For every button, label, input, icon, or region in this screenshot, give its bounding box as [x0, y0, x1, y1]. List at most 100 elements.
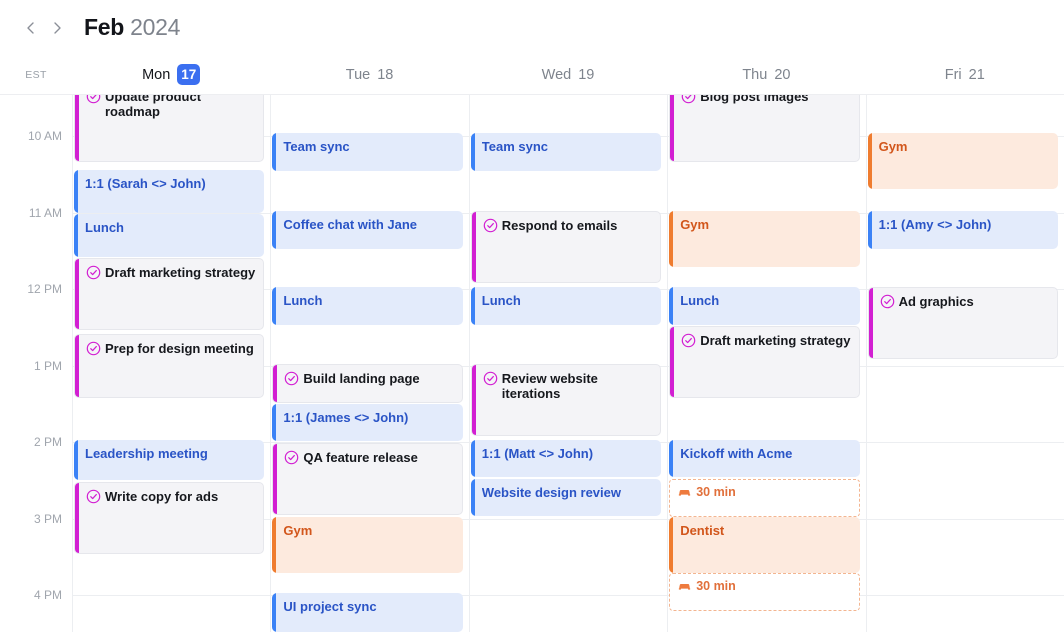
event-accent-bar [868, 288, 873, 358]
calendar-event[interactable]: Team sync [470, 133, 662, 171]
event-accent-bar [670, 95, 675, 161]
event-accent-bar [74, 214, 78, 257]
calendar-event[interactable]: Draft marketing strategy [74, 258, 265, 330]
calendar-event[interactable]: Dentist [669, 517, 860, 573]
day-header-row: EST Mon 17 Tue 18 Wed 19 Thu 20 Fri 21 [0, 55, 1064, 95]
task-check-icon [483, 371, 498, 386]
event-title: 30 min [696, 485, 736, 499]
event-title: Team sync [283, 139, 350, 154]
day-of-week-label: Tue [345, 66, 371, 83]
calendar-event[interactable]: Review website iterations [470, 364, 662, 436]
calendar-event[interactable]: Kickoff with Acme [669, 440, 860, 477]
event-title: Lunch [481, 293, 521, 308]
calendar-event[interactable]: QA feature release [272, 443, 463, 515]
calendar-event[interactable]: Team sync [272, 133, 463, 171]
day-number-label: 20 [774, 66, 791, 83]
day-number-label: 18 [377, 66, 394, 83]
event-title: Team sync [481, 139, 549, 154]
event-accent-bar [670, 327, 675, 397]
hour-label: 2 PM [33, 435, 62, 449]
calendar-event[interactable]: Leadership meeting [74, 440, 265, 480]
calendar-event[interactable]: 1:1 (Amy <> John) [867, 211, 1058, 249]
task-check-icon [483, 218, 498, 233]
calendar-event[interactable]: 1:1 (Matt <> John) [470, 440, 662, 477]
calendar-event[interactable]: Build landing page [272, 364, 463, 403]
event-title: Lunch [680, 293, 720, 308]
day-header-thu[interactable]: Thu 20 [667, 55, 865, 94]
event-accent-bar [75, 259, 79, 329]
calendar-event[interactable]: 1:1 (James <> John) [272, 404, 463, 441]
event-title: Prep for design meeting [105, 341, 254, 356]
chevron-left-icon [27, 21, 34, 34]
previous-period-button[interactable] [18, 15, 44, 41]
event-title: Ad graphics [898, 294, 974, 309]
event-accent-bar [471, 212, 476, 282]
calendar-event[interactable]: Gym [669, 211, 860, 267]
task-check-icon [681, 95, 696, 104]
day-header-mon[interactable]: Mon 17 [72, 55, 270, 94]
day-header-fri[interactable]: Fri 21 [866, 55, 1064, 94]
day-header-tue[interactable]: Tue 18 [270, 55, 468, 94]
calendar-event[interactable]: Blog post images [669, 95, 860, 162]
event-title: 1:1 (Matt <> John) [481, 446, 594, 461]
car-icon [678, 490, 691, 496]
event-title: 1:1 (Sarah <> John) [85, 176, 206, 191]
event-accent-bar [470, 133, 475, 171]
hour-label: 3 PM [33, 511, 62, 526]
event-title: Review website iterations [501, 371, 598, 401]
day-of-week-label: Wed [541, 66, 572, 83]
event-accent-bar [273, 444, 278, 514]
calendar-event[interactable]: Lunch [470, 287, 662, 325]
event-accent-bar [272, 211, 277, 249]
calendar-event[interactable]: 30 min [669, 479, 860, 517]
event-title: Respond to emails [501, 218, 618, 233]
event-title: Website design review [481, 485, 621, 500]
calendar-event[interactable]: Lunch [669, 287, 860, 325]
event-accent-bar [272, 287, 277, 325]
event-title: Draft marketing strategy [105, 265, 256, 280]
task-check-icon [285, 371, 299, 386]
calendar-event[interactable]: Gym [272, 517, 463, 573]
event-accent-bar [470, 479, 475, 516]
task-check-icon [285, 450, 299, 465]
calendar-event[interactable]: Respond to emails [470, 211, 662, 283]
calendar-event[interactable]: Write copy for ads [74, 482, 265, 554]
calendar-event[interactable]: 1:1 (Sarah <> John) [74, 170, 265, 213]
event-accent-bar [471, 365, 476, 435]
day-number-label: 21 [968, 66, 985, 83]
event-accent-bar [470, 440, 475, 477]
calendar-event[interactable]: Website design review [470, 479, 662, 516]
calendar-event[interactable]: Ad graphics [867, 287, 1058, 359]
event-accent-bar [669, 517, 674, 573]
event-accent-bar [867, 133, 872, 189]
calendar-event[interactable]: Prep for design meeting [74, 334, 265, 398]
calendar-event[interactable]: Gym [867, 133, 1058, 189]
column-divider [667, 95, 669, 632]
event-title: Blog post images [700, 95, 809, 104]
event-title: 30 min [696, 579, 736, 593]
event-title: UI project sync [283, 599, 377, 614]
event-title: QA feature release [303, 450, 418, 465]
calendar-event[interactable]: Lunch [272, 287, 463, 325]
event-title: Write copy for ads [105, 489, 219, 504]
calendar-event[interactable]: Draft marketing strategy [669, 326, 860, 398]
calendar-event[interactable]: 30 min [669, 573, 860, 611]
calendar-event[interactable]: Update product roadmap [74, 95, 265, 162]
title-month: Feb [84, 14, 124, 40]
event-title: 1:1 (Amy <> John) [878, 217, 992, 232]
event-accent-bar [75, 483, 79, 553]
event-accent-bar [669, 287, 674, 325]
column-divider [270, 95, 272, 632]
hour-gridline [72, 595, 1064, 596]
event-accent-bar [470, 287, 475, 325]
event-title: Build landing page [303, 371, 420, 386]
task-check-icon [86, 95, 101, 104]
event-accent-bar [74, 440, 78, 480]
calendar-event[interactable]: Coffee chat with Jane [272, 211, 463, 249]
calendar-event[interactable]: Lunch [74, 214, 265, 257]
day-number-label: 19 [578, 66, 595, 83]
day-header-wed[interactable]: Wed 19 [469, 55, 667, 94]
calendar-event[interactable]: UI project sync [272, 593, 463, 632]
task-check-icon [880, 294, 894, 309]
next-period-button[interactable] [44, 15, 70, 41]
